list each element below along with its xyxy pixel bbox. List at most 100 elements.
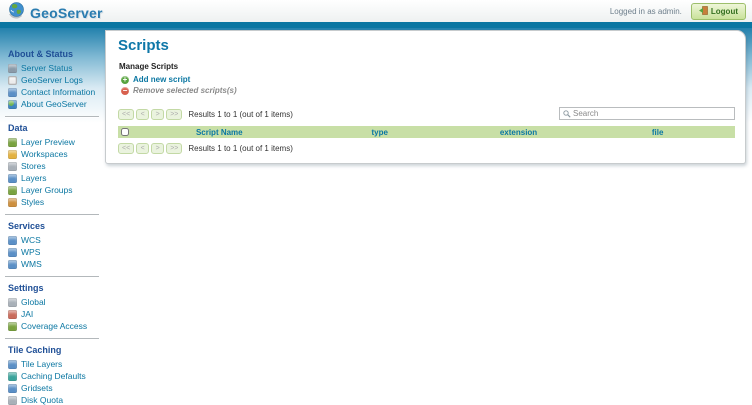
- search-icon: [563, 105, 571, 123]
- sidebar-heading-tile-caching: Tile Caching: [8, 345, 62, 355]
- workspaces-icon: [8, 149, 17, 159]
- wps-icon: [8, 247, 17, 257]
- main-panel: Scripts Manage Scripts + Add new script …: [105, 30, 746, 164]
- sidebar-section-data: Data Layer Preview Workspaces Stores Layers L…: [5, 117, 99, 215]
- sidebar-item-label: WMS: [21, 259, 42, 269]
- sidebar-item-label: Contact Information: [21, 87, 96, 97]
- pager-prev-button[interactable]: <: [136, 108, 150, 120]
- sidebar-item-wms[interactable]: WMS: [5, 258, 99, 270]
- server-status-icon: [8, 63, 17, 73]
- sidebar-item-disk-quota[interactable]: Disk Quota: [5, 394, 99, 405]
- select-all-checkbox[interactable]: [121, 128, 129, 137]
- sidebar-item-coverage-access[interactable]: Coverage Access: [5, 320, 99, 332]
- gridsets-icon: [8, 383, 17, 393]
- sidebar-item-label: Stores: [21, 161, 46, 171]
- sidebar-item-label: Caching Defaults: [21, 371, 86, 381]
- sidebar-item-jai[interactable]: JAI: [5, 308, 99, 320]
- sidebar-heading-about-status: About & Status: [8, 49, 73, 59]
- results-text-bottom: Results 1 to 1 (out of 1 items): [188, 143, 293, 153]
- sidebar-item-layer-groups[interactable]: Layer Groups: [5, 184, 99, 196]
- logout-button[interactable]: Logout: [690, 2, 746, 20]
- header-right: Logged in as admin. Logout: [610, 2, 746, 20]
- sidebar-item-label: Layer Groups: [21, 185, 73, 195]
- coverage-access-icon: [8, 321, 17, 331]
- geoserver-app: GeoServer Logged in as admin. Logout Abo…: [0, 0, 752, 405]
- pager-next-button[interactable]: >: [151, 108, 165, 120]
- sidebar: About & Status Server Status GeoServer Log…: [0, 28, 103, 405]
- column-header-extension[interactable]: extension: [457, 126, 580, 138]
- pager-last-button[interactable]: >>: [166, 108, 183, 120]
- sidebar-item-label: WPS: [21, 247, 41, 257]
- sidebar-item-label: Workspaces: [21, 149, 68, 159]
- brand: GeoServer: [7, 1, 103, 25]
- disk-quota-icon: [8, 395, 17, 405]
- sidebar-item-label: Disk Quota: [21, 395, 64, 405]
- remove-icon: −: [121, 85, 129, 95]
- sidebar-item-label: Styles: [21, 197, 45, 207]
- wcs-icon: [8, 235, 17, 245]
- column-header-type[interactable]: type: [303, 126, 457, 138]
- sidebar-item-workspaces[interactable]: Workspaces: [5, 148, 99, 160]
- sidebar-item-layers[interactable]: Layers: [5, 172, 99, 184]
- sidebar-item-caching-defaults[interactable]: Caching Defaults: [5, 370, 99, 382]
- add-script-row: + Add new script: [121, 75, 735, 84]
- column-header-file[interactable]: file: [580, 126, 735, 138]
- sidebar-item-contact-information[interactable]: Contact Information: [5, 86, 99, 98]
- scripts-table: Script Name type extension file: [118, 126, 735, 138]
- logout-label: Logout: [710, 6, 738, 16]
- sidebar-item-wps[interactable]: WPS: [5, 246, 99, 258]
- pager-prev-button[interactable]: <: [136, 142, 150, 154]
- sidebar-item-label: Tile Layers: [21, 359, 63, 369]
- sidebar-item-styles[interactable]: Styles: [5, 196, 99, 208]
- sidebar-item-label: Layer Preview: [21, 137, 75, 147]
- manage-scripts-label: Manage Scripts: [119, 62, 179, 71]
- geoserver-logo-icon: [7, 1, 26, 25]
- pager-first-button[interactable]: <<: [118, 108, 135, 120]
- app-header: GeoServer Logged in as admin. Logout: [0, 0, 752, 22]
- layer-groups-icon: [8, 185, 17, 195]
- sidebar-item-label: JAI: [21, 309, 34, 319]
- sidebar-item-label: Global: [21, 297, 46, 307]
- sidebar-item-global[interactable]: Global: [5, 296, 99, 308]
- sidebar-item-server-status[interactable]: Server Status: [5, 62, 99, 74]
- layer-preview-icon: [8, 137, 17, 147]
- select-all-header: [118, 126, 136, 138]
- top-toolbar: << < > >> Results 1 to 1 (out of 1 items): [118, 107, 735, 121]
- sidebar-item-geoserver-logs[interactable]: GeoServer Logs: [5, 74, 99, 86]
- remove-script-row: − Remove selected scripts(s): [121, 86, 735, 95]
- layers-icon: [8, 173, 17, 183]
- column-header-script-name[interactable]: Script Name: [136, 126, 303, 138]
- wms-icon: [8, 259, 17, 269]
- sidebar-item-wcs[interactable]: WCS: [5, 234, 99, 246]
- styles-icon: [8, 197, 17, 207]
- sidebar-item-tile-layers[interactable]: Tile Layers: [5, 358, 99, 370]
- about-geoserver-icon: [8, 99, 17, 109]
- stores-icon: [8, 161, 17, 171]
- sidebar-item-about-geoserver[interactable]: About GeoServer: [5, 98, 99, 110]
- search-input[interactable]: [573, 109, 731, 118]
- sidebar-item-label: Server Status: [21, 63, 73, 73]
- table-header-row: Script Name type extension file: [118, 126, 735, 138]
- page-title: Scripts: [118, 37, 169, 54]
- add-icon: +: [121, 74, 129, 84]
- pager-next-button[interactable]: >: [151, 142, 165, 154]
- pager-bottom: << < > >>: [118, 142, 183, 154]
- sidebar-section-services: Services WCS WPS WMS: [5, 215, 99, 277]
- sidebar-item-gridsets[interactable]: Gridsets: [5, 382, 99, 394]
- tile-layers-icon: [8, 359, 17, 369]
- search-box: [559, 107, 735, 120]
- pager-first-button[interactable]: <<: [118, 142, 135, 154]
- remove-selected-link[interactable]: Remove selected scripts(s): [133, 86, 237, 95]
- sidebar-item-label: GeoServer Logs: [21, 75, 83, 85]
- sidebar-item-layer-preview[interactable]: Layer Preview: [5, 136, 99, 148]
- sidebar-heading-services: Services: [8, 221, 46, 231]
- jai-icon: [8, 309, 17, 319]
- pager-top: << < > >>: [118, 108, 183, 120]
- add-new-script-link[interactable]: Add new script: [133, 75, 190, 84]
- sidebar-section-settings: Settings Global JAI Coverage Access: [5, 277, 99, 339]
- login-status: Logged in as admin.: [609, 6, 682, 16]
- pager-last-button[interactable]: >>: [166, 142, 183, 154]
- global-icon: [8, 297, 17, 307]
- sidebar-item-label: Gridsets: [21, 383, 53, 393]
- sidebar-item-stores[interactable]: Stores: [5, 160, 99, 172]
